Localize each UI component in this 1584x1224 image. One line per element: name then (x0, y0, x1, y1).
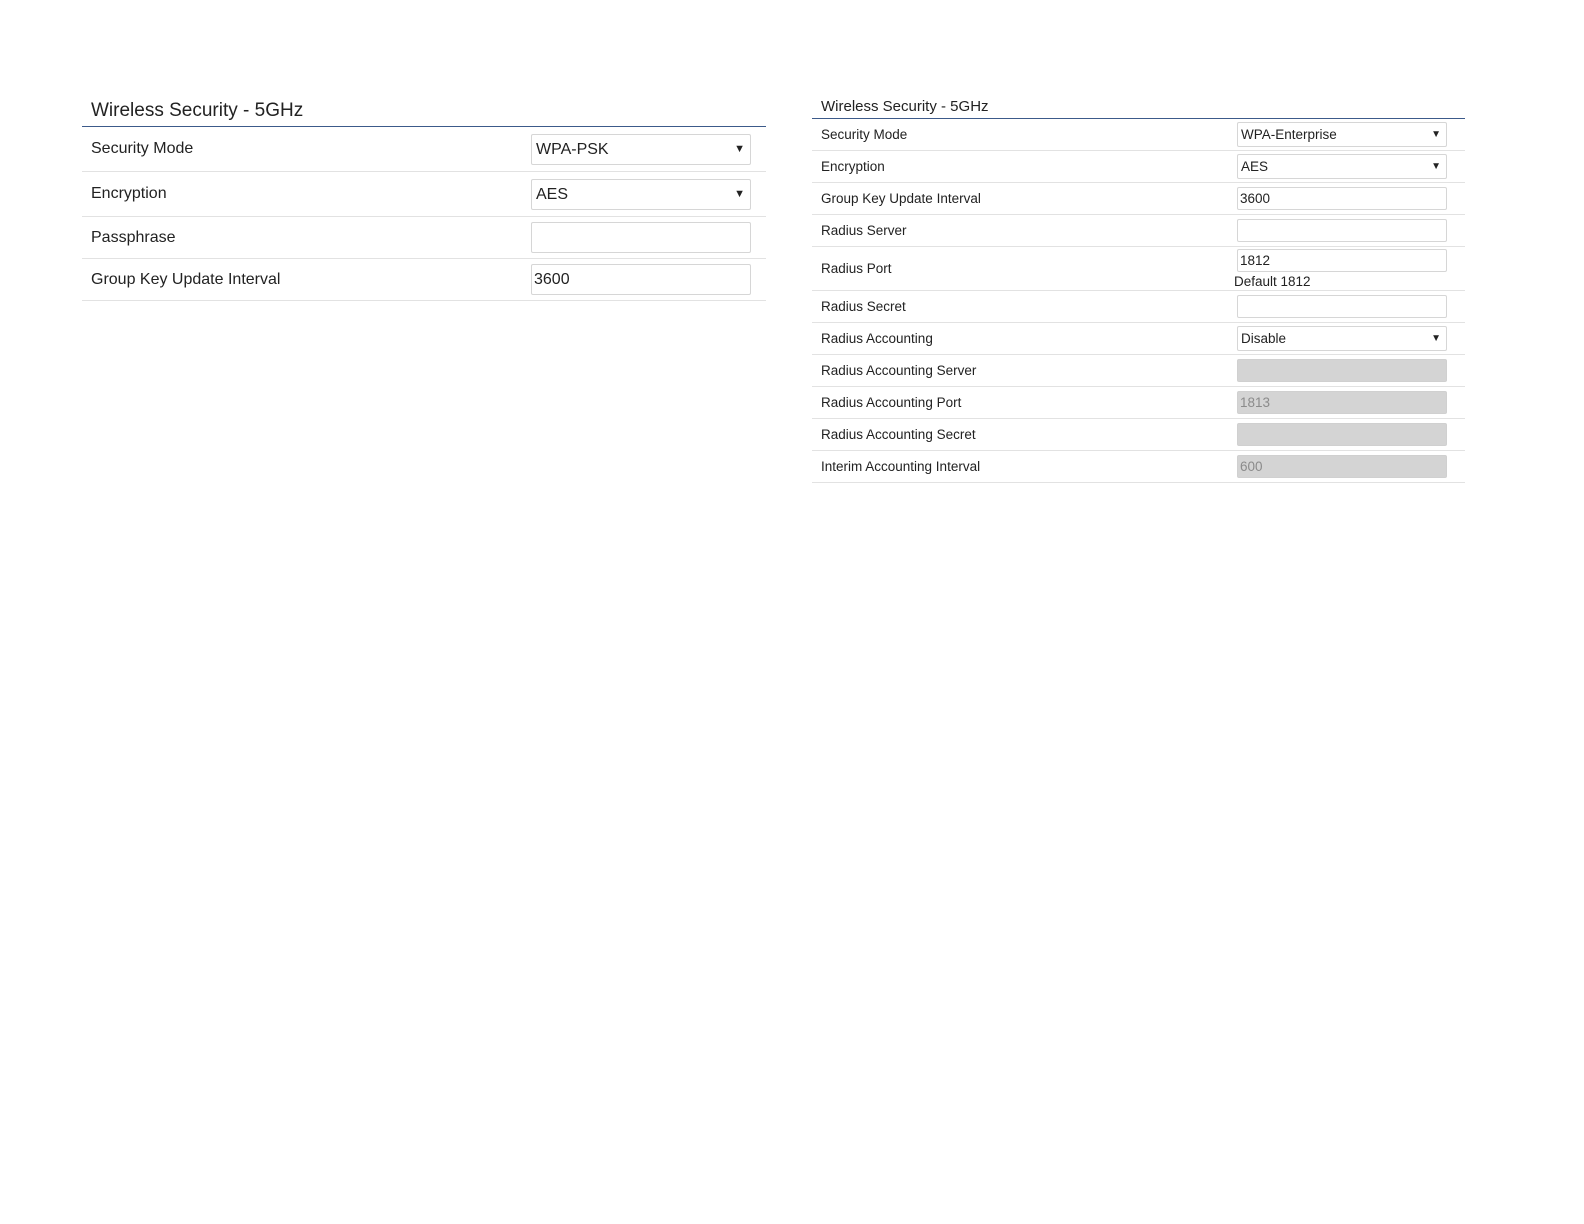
group-key-interval-row: Group Key Update Interval 3600 (812, 183, 1465, 215)
interim-accounting-interval-row: Interim Accounting Interval 600 (812, 451, 1465, 483)
encryption-label: Encryption (821, 159, 885, 174)
radius-accounting-server-row: Radius Accounting Server (812, 355, 1465, 387)
security-mode-value: WPA-PSK (536, 140, 609, 158)
group-key-interval-row: Group Key Update Interval 3600 (82, 259, 766, 301)
radius-port-input[interactable]: 1812 (1237, 248, 1447, 272)
group-key-interval-input[interactable]: 3600 (531, 264, 751, 295)
radius-accounting-value: Disable (1241, 331, 1287, 346)
radius-accounting-port-row: Radius Accounting Port 1813 (812, 387, 1465, 419)
radius-accounting-select[interactable]: Disable ▼ (1237, 326, 1447, 351)
group-key-interval-control: 3600 (531, 264, 751, 295)
radius-secret-control (1237, 295, 1447, 318)
group-key-interval-label: Group Key Update Interval (91, 270, 281, 288)
security-mode-value: WPA-Enterprise (1241, 127, 1337, 142)
interim-accounting-interval-label: Interim Accounting Interval (821, 459, 981, 474)
radius-secret-label: Radius Secret (821, 299, 906, 314)
radius-server-control (1237, 219, 1447, 242)
radius-server-input[interactable] (1237, 219, 1447, 242)
chevron-down-icon: ▼ (734, 142, 745, 155)
passphrase-row: Passphrase (82, 217, 766, 259)
radius-accounting-server-input (1237, 359, 1447, 382)
radius-secret-row: Radius Secret (812, 291, 1465, 323)
radius-accounting-secret-input (1237, 423, 1447, 446)
radius-server-label: Radius Server (821, 223, 907, 238)
radius-port-row: Radius Port 1812 Default 1812 (812, 247, 1465, 291)
interim-accounting-interval-input: 600 (1237, 455, 1447, 478)
radius-accounting-server-label: Radius Accounting Server (821, 363, 977, 378)
wireless-security-panel-enterprise: Wireless Security - 5GHz Security Mode W… (812, 94, 1465, 483)
radius-port-label: Radius Port (821, 261, 892, 276)
chevron-down-icon: ▼ (1431, 333, 1441, 344)
panel-title: Wireless Security - 5GHz (82, 96, 766, 127)
security-mode-label: Security Mode (91, 140, 194, 157)
radius-accounting-server-control (1237, 359, 1447, 382)
radius-accounting-label: Radius Accounting (821, 331, 933, 346)
group-key-interval-control: 3600 (1237, 187, 1447, 210)
radius-accounting-port-control: 1813 (1237, 391, 1447, 414)
passphrase-label: Passphrase (91, 228, 176, 246)
radius-accounting-port-label: Radius Accounting Port (821, 395, 962, 410)
radius-server-row: Radius Server (812, 215, 1465, 247)
security-mode-row: Security Mode WPA-Enterprise ▼ (812, 119, 1465, 151)
passphrase-control (531, 222, 751, 253)
encryption-select[interactable]: AES ▼ (531, 178, 751, 210)
radius-accounting-port-input: 1813 (1237, 391, 1447, 414)
group-key-interval-input[interactable]: 3600 (1237, 187, 1447, 210)
radius-accounting-secret-label: Radius Accounting Secret (821, 427, 976, 442)
radius-accounting-secret-control (1237, 423, 1447, 446)
interim-accounting-interval-control: 600 (1237, 455, 1447, 478)
panel-title: Wireless Security - 5GHz (812, 94, 1465, 119)
radius-port-control: 1812 Default 1812 (1234, 248, 1447, 289)
encryption-value: AES (1241, 159, 1269, 174)
security-mode-label: Security Mode (821, 127, 908, 142)
security-mode-select[interactable]: WPA-PSK ▼ (531, 133, 751, 165)
security-mode-row: Security Mode WPA-PSK ▼ (82, 127, 766, 172)
security-mode-select[interactable]: WPA-Enterprise ▼ (1237, 122, 1447, 147)
chevron-down-icon: ▼ (1431, 129, 1441, 140)
radius-secret-input[interactable] (1237, 295, 1447, 318)
chevron-down-icon: ▼ (1431, 161, 1441, 172)
radius-port-default-hint: Default 1812 (1234, 273, 1311, 289)
chevron-down-icon: ▼ (734, 187, 745, 200)
encryption-row: Encryption AES ▼ (82, 172, 766, 217)
encryption-label: Encryption (91, 185, 167, 202)
radius-accounting-row: Radius Accounting Disable ▼ (812, 323, 1465, 355)
passphrase-input[interactable] (531, 222, 751, 253)
group-key-interval-label: Group Key Update Interval (821, 191, 981, 206)
encryption-row: Encryption AES ▼ (812, 151, 1465, 183)
encryption-value: AES (536, 185, 569, 203)
encryption-select[interactable]: AES ▼ (1237, 154, 1447, 179)
radius-accounting-secret-row: Radius Accounting Secret (812, 419, 1465, 451)
wireless-security-panel-psk: Wireless Security - 5GHz Security Mode W… (82, 96, 766, 301)
